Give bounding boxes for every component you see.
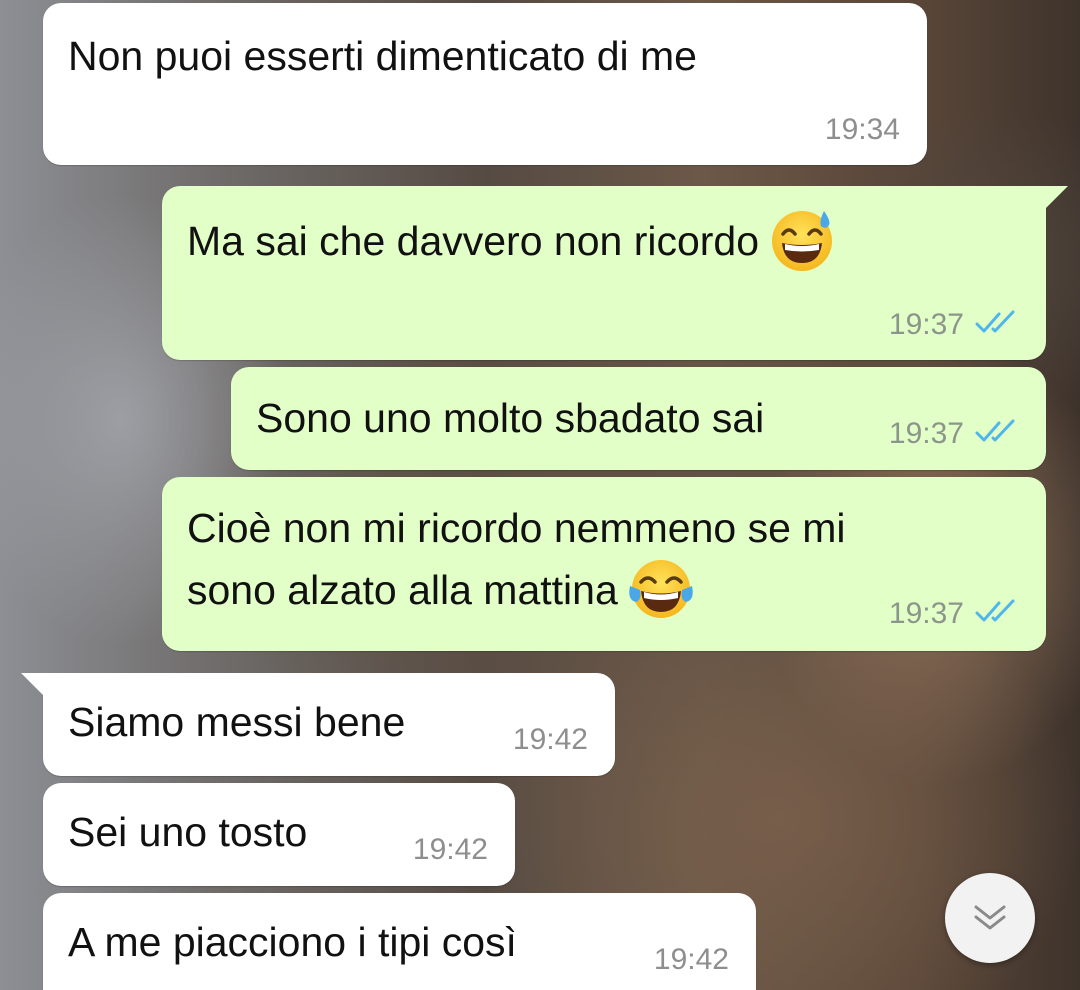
message-incoming[interactable]: Non puoi esserti dimenticato di me 19:34 xyxy=(43,3,927,165)
message-text: Sono uno molto sbadato sai xyxy=(256,395,765,441)
message-text: Sei uno tosto xyxy=(68,809,308,855)
message-outgoing[interactable]: Sono uno molto sbadato sai 19:37 xyxy=(231,367,1046,470)
message-text-line: sono alzato alla mattina xyxy=(187,559,694,622)
message-text: Non puoi esserti dimenticato di me xyxy=(68,33,697,79)
bubble-tail xyxy=(1044,186,1068,210)
message-timestamp: 19:42 xyxy=(653,943,729,976)
message-timestamp: 19:34 xyxy=(824,113,900,146)
scroll-to-bottom-button[interactable] xyxy=(945,873,1035,963)
message-outgoing[interactable]: Cioè non mi ricordo nemmeno se mi sono a… xyxy=(162,477,1046,651)
message-timestamp: 19:37 xyxy=(888,597,964,630)
grinning-sweat-emoji xyxy=(772,211,833,272)
message-incoming[interactable]: A me piacciono i tipi così 19:42 xyxy=(43,893,756,990)
message-text-line: Cioè non mi ricordo nemmeno se mi xyxy=(187,505,846,551)
read-receipt-icon xyxy=(975,310,1015,333)
message-timestamp: 19:42 xyxy=(412,833,488,866)
message-outgoing[interactable]: Ma sai che davvero non ricordo 19:37 xyxy=(162,186,1068,360)
message-timestamp: 19:37 xyxy=(888,417,964,450)
tears-of-joy-emoji xyxy=(629,560,693,619)
message-timestamp: 19:42 xyxy=(512,723,588,756)
read-receipt-icon xyxy=(975,419,1015,442)
message-text: A me piacciono i tipi così xyxy=(68,919,517,965)
message-incoming[interactable]: Sei uno tosto 19:42 xyxy=(43,783,515,886)
message-text: Ma sai che davvero non ricordo xyxy=(187,210,835,273)
message-timestamp: 19:37 xyxy=(888,308,964,341)
bubble-tail xyxy=(21,673,45,697)
message-text: Siamo messi bene xyxy=(68,699,406,745)
double-chevron-down-icon xyxy=(974,905,1006,930)
message-incoming[interactable]: Siamo messi bene 19:42 xyxy=(21,673,615,776)
read-receipt-icon xyxy=(975,599,1015,622)
